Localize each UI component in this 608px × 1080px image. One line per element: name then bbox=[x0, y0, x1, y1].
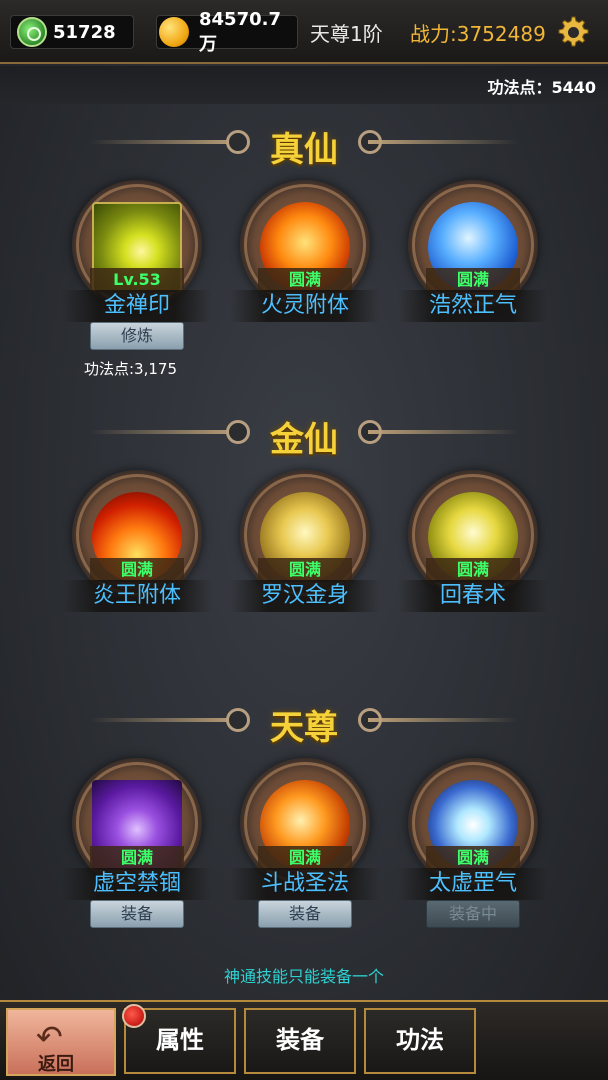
skill-taixugangqi[interactable]: 圆满 太虚罡气 bbox=[398, 758, 548, 900]
equipped-button: 装备中 bbox=[426, 900, 520, 928]
skill-name: 斗战圣法 bbox=[230, 868, 380, 900]
gold-counter: 84570.7万 bbox=[156, 9, 298, 55]
gear-icon[interactable] bbox=[554, 14, 590, 50]
gongfa-points-bar: 功法点：5440 bbox=[0, 66, 608, 104]
skill-level-badge: 圆满 bbox=[90, 846, 184, 870]
skill-name: 金禅印 bbox=[62, 290, 212, 322]
jade-currency-icon bbox=[17, 17, 47, 47]
jade-counter: 51728 bbox=[10, 15, 134, 49]
skill-haoranzhengqi[interactable]: 圆满 浩然正气 bbox=[398, 180, 548, 322]
skill-level-badge: Lv.53 bbox=[90, 268, 184, 292]
skill-level-badge: 圆满 bbox=[258, 846, 352, 870]
bottom-nav: ↶ 返回 属性 装备 功法 bbox=[0, 1000, 608, 1080]
skill-luohanjinshen[interactable]: 圆满 罗汉金身 bbox=[230, 470, 380, 612]
red-dot-icon bbox=[122, 1004, 146, 1028]
skill-level-badge: 圆满 bbox=[258, 558, 352, 582]
train-button[interactable]: 修炼 bbox=[90, 322, 184, 350]
back-label: 返回 bbox=[38, 1054, 74, 1075]
section-title: 天尊 bbox=[270, 708, 338, 748]
section-title: 金仙 bbox=[270, 420, 338, 460]
skill-huolingfuti[interactable]: 圆满 火灵附体 bbox=[230, 180, 380, 322]
section-header-jinxian: 金仙 bbox=[0, 408, 608, 460]
header-divider bbox=[368, 140, 518, 144]
gongfa-points: 功法点：5440 bbox=[487, 78, 596, 97]
gold-coin-icon bbox=[159, 17, 189, 47]
train-cost: 功法点:3,175 bbox=[84, 360, 177, 378]
skill-name: 炎王附体 bbox=[62, 580, 212, 612]
skill-jinchanyin[interactable]: Lv.53 金禅印 bbox=[62, 180, 212, 322]
skill-level-badge: 圆满 bbox=[426, 558, 520, 582]
equip-button[interactable]: 装备 bbox=[90, 900, 184, 928]
section-header-zhenxian: 真仙 bbox=[0, 118, 608, 170]
skill-level-badge: 圆满 bbox=[426, 846, 520, 870]
skill-huichunshu[interactable]: 圆满 回春术 bbox=[398, 470, 548, 612]
skill-name: 太虚罡气 bbox=[398, 868, 548, 900]
equip-button[interactable]: 装备 bbox=[258, 900, 352, 928]
skill-name: 罗汉金身 bbox=[230, 580, 380, 612]
skill-douzhanshengfa[interactable]: 圆满 斗战圣法 bbox=[230, 758, 380, 900]
skill-level-badge: 圆满 bbox=[426, 268, 520, 292]
equip-hint: 神通技能只能装备一个 bbox=[223, 967, 384, 986]
skill-name: 虚空禁锢 bbox=[62, 868, 212, 900]
tab-gongfa[interactable]: 功法 bbox=[364, 1008, 476, 1074]
skill-name: 火灵附体 bbox=[230, 290, 380, 322]
skill-name: 浩然正气 bbox=[398, 290, 548, 322]
skill-level-badge: 圆满 bbox=[90, 558, 184, 582]
rank-label: 天尊1阶 bbox=[310, 22, 383, 46]
skill-level-badge: 圆满 bbox=[258, 268, 352, 292]
section-header-tianzun: 天尊 bbox=[0, 696, 608, 748]
tab-equipment[interactable]: 装备 bbox=[244, 1008, 356, 1074]
top-bar: 51728 84570.7万 天尊1阶 战力:3752489 bbox=[0, 0, 608, 64]
header-divider bbox=[368, 718, 518, 722]
section-title: 真仙 bbox=[270, 130, 338, 170]
back-button[interactable]: ↶ 返回 bbox=[6, 1008, 116, 1076]
skill-yanwangfuti[interactable]: 圆满 炎王附体 bbox=[62, 470, 212, 612]
skill-name: 回春术 bbox=[398, 580, 548, 612]
combat-power: 战力:3752489 bbox=[410, 22, 546, 46]
skill-xukongjingu[interactable]: 圆满 虚空禁锢 bbox=[62, 758, 212, 900]
header-divider bbox=[368, 430, 518, 434]
